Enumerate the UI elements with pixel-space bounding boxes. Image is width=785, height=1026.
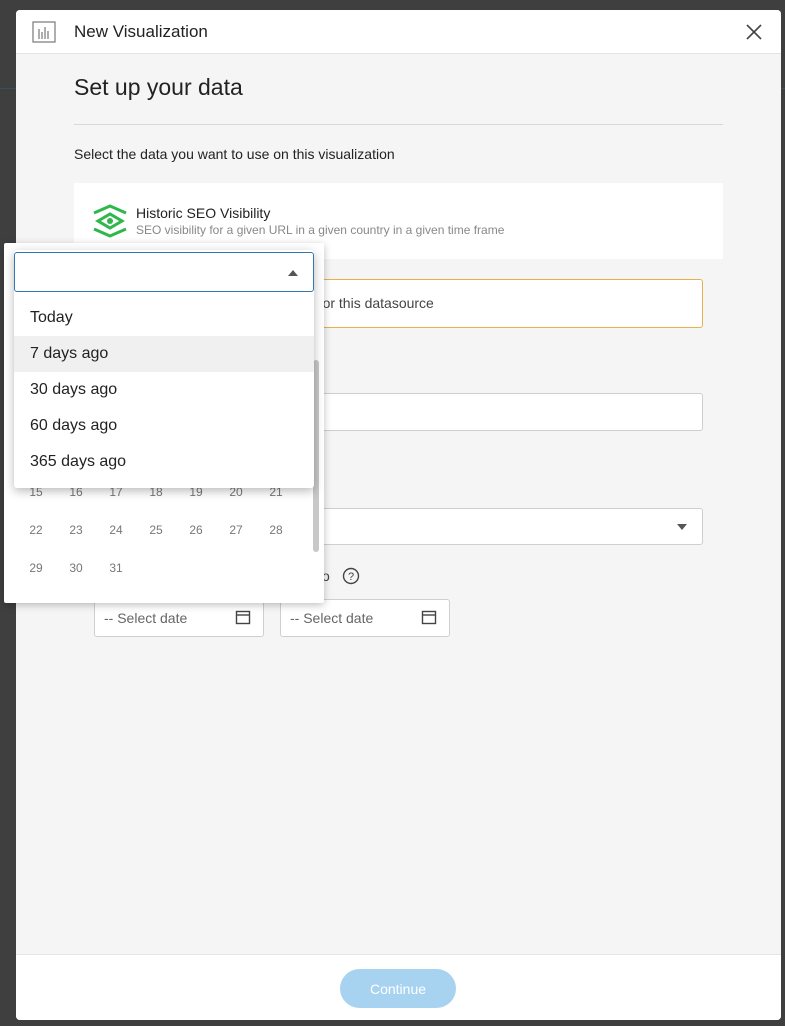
calendar-day[interactable]: 24 — [96, 523, 136, 537]
calendar-icon[interactable] — [421, 609, 437, 625]
date-from-input[interactable]: -- Select date — [94, 599, 264, 637]
date-from-placeholder: -- Select date — [104, 610, 188, 626]
svg-text:?: ? — [348, 571, 354, 583]
dropdown-option-today[interactable]: Today — [14, 300, 314, 336]
calendar-day[interactable]: 31 — [96, 561, 136, 575]
continue-button[interactable]: Continue — [340, 969, 456, 1008]
dropdown-option-7-days-ago[interactable]: 7 days ago — [14, 336, 314, 372]
chevron-down-icon — [677, 524, 687, 530]
dropdown-option-60-days-ago[interactable]: 60 days ago — [14, 408, 314, 444]
dropdown-option-30-days-ago[interactable]: 30 days ago — [14, 372, 314, 408]
modal-title: New Visualization — [74, 22, 208, 41]
calendar-day[interactable]: 25 — [136, 523, 176, 537]
datasource-logo-icon — [93, 204, 127, 238]
date-to-input[interactable]: -- Select date — [280, 599, 450, 637]
calendar-week-row: 15 16 17 18 19 20 21 — [4, 485, 304, 505]
calendar-week-row: 29 30 31 — [4, 561, 304, 581]
date-to-placeholder: -- Select date — [290, 610, 374, 626]
chart-icon — [32, 21, 56, 43]
datasource-description: SEO visibility for a given URL in a give… — [136, 223, 505, 237]
modal-header: New Visualization — [16, 10, 781, 54]
instructions-text: Select the data you want to use on this … — [74, 146, 395, 162]
calendar-day[interactable]: 28 — [256, 523, 296, 537]
calendar-week-row: 22 23 24 25 26 27 28 — [4, 523, 304, 543]
calendar-day[interactable]: 27 — [216, 523, 256, 537]
calendar-day[interactable]: 29 — [16, 561, 56, 575]
calendar-day[interactable]: 22 — [16, 523, 56, 537]
calendar-icon[interactable] — [235, 609, 251, 625]
dropdown-option-365-days-ago[interactable]: 365 days ago — [14, 444, 314, 480]
close-icon[interactable] — [742, 20, 766, 44]
calendar-day[interactable]: 30 — [56, 561, 96, 575]
help-icon[interactable]: ? — [342, 567, 360, 585]
notice-text: d for this datasource — [307, 295, 434, 311]
dropdown-search-input[interactable] — [14, 252, 314, 292]
section-title: Set up your data — [74, 74, 243, 100]
chevron-up-icon[interactable] — [288, 270, 298, 276]
divider — [74, 124, 723, 125]
datasource-name: Historic SEO Visibility — [136, 205, 271, 221]
modal-footer: Continue — [16, 954, 781, 1020]
relative-date-dropdown: Today 7 days ago 30 days ago 60 days ago… — [14, 250, 314, 488]
calendar-day[interactable]: 26 — [176, 523, 216, 537]
calendar-day[interactable]: 23 — [56, 523, 96, 537]
